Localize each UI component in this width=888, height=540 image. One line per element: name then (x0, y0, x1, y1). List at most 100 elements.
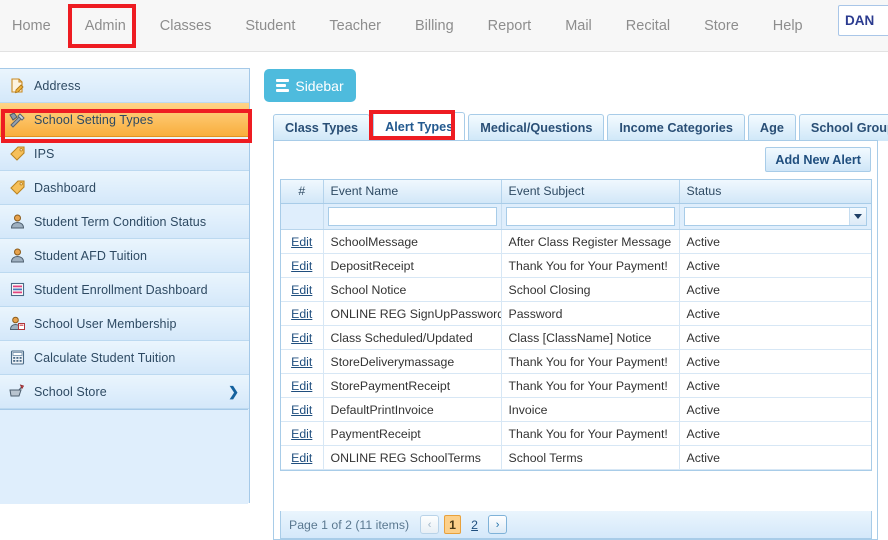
edit-link[interactable]: Edit (291, 355, 312, 369)
table-row[interactable]: Edit PaymentReceipt Thank You for Your P… (281, 421, 871, 446)
sidebar-item-school-user-membership[interactable]: School User Membership (0, 307, 249, 341)
tab-class-types[interactable]: Class Types (273, 114, 371, 141)
tab-medical-questions[interactable]: Medical/Questions (468, 114, 605, 141)
sidebar-item-dashboard[interactable]: Dashboard (0, 171, 249, 205)
user-name-field[interactable]: DAN (838, 5, 888, 36)
cell-status: Active (679, 301, 871, 326)
list-report-icon (0, 273, 34, 307)
edit-link[interactable]: Edit (291, 307, 312, 321)
event-subject-filter-input[interactable] (505, 207, 675, 226)
left-sidebar-panel: Address School Setting Types IPS Dashboa… (0, 68, 250, 504)
sidebar-item-address[interactable]: Address (0, 69, 249, 103)
sidebar-item-calculate-student-tuition[interactable]: Calculate Student Tuition (0, 341, 249, 375)
edit-link[interactable]: Edit (291, 283, 312, 297)
grid-pager: Page 1 of 2 (11 items) ‹ 1 2 › (280, 511, 872, 539)
alert-types-table: # Event Name Event Subject Status Edit S… (281, 180, 871, 470)
sidebar-item-student-enrollment-dashboard[interactable]: Student Enrollment Dashboard (0, 273, 249, 307)
edit-link[interactable]: Edit (291, 427, 312, 441)
sidebar-empty-area (0, 409, 248, 504)
sidebar-toggle-label: Sidebar (295, 77, 344, 94)
sidebar-item-student-term-condition-status[interactable]: Student Term Condition Status (0, 205, 249, 239)
cell-status: Active (679, 277, 871, 302)
filter-cell-number (281, 203, 324, 230)
add-new-alert-button[interactable]: Add New Alert (765, 147, 871, 172)
row-edit-cell: Edit (281, 349, 324, 374)
cell-event-subject: After Class Register Message (501, 229, 680, 254)
table-row[interactable]: Edit StoreDeliverymassage Thank You for … (281, 349, 871, 374)
table-row[interactable]: Edit ONLINE REG SchoolTerms School Terms… (281, 445, 871, 470)
row-edit-cell: Edit (281, 277, 324, 302)
table-row[interactable]: Edit Class Scheduled/Updated Class [Clas… (281, 325, 871, 350)
edit-link[interactable]: Edit (291, 451, 312, 465)
edit-link[interactable]: Edit (291, 235, 312, 249)
nav-item-home[interactable]: Home (0, 0, 68, 52)
tag-icon (0, 171, 34, 205)
table-row[interactable]: Edit DepositReceipt Thank You for Your P… (281, 253, 871, 278)
sidebar-item-school-setting-types[interactable]: School Setting Types (0, 103, 249, 137)
sidebar-item-label: Calculate Student Tuition (34, 350, 176, 365)
nav-item-help[interactable]: Help (756, 0, 820, 52)
sidebar-item-label: Student AFD Tuition (34, 248, 148, 263)
main-content-area: Sidebar Class Types Alert Types Medical/… (250, 52, 888, 540)
table-row[interactable]: Edit SchoolMessage After Class Register … (281, 229, 871, 254)
sidebar-item-label: Student Term Condition Status (34, 214, 207, 229)
pager-next-button[interactable]: › (488, 515, 508, 534)
row-edit-cell: Edit (281, 229, 324, 254)
tab-alert-types[interactable]: Alert Types (373, 112, 466, 141)
pager-prev-button[interactable]: ‹ (420, 515, 440, 534)
sidebar-item-student-afd-tuition[interactable]: Student AFD Tuition (0, 239, 249, 273)
filter-row (281, 203, 871, 230)
cell-status: Active (679, 373, 871, 398)
edit-link[interactable]: Edit (291, 379, 312, 393)
cell-status: Active (679, 421, 871, 446)
user-card-icon (0, 307, 34, 341)
cell-event-subject: Password (501, 301, 680, 326)
table-row[interactable]: Edit DefaultPrintInvoice Invoice Active (281, 397, 871, 422)
sidebar-item-school-store[interactable]: School Store ❯ (0, 375, 249, 409)
cell-event-subject: Thank You for Your Payment! (501, 421, 680, 446)
nav-item-student[interactable]: Student (228, 0, 312, 52)
table-row[interactable]: Edit ONLINE REG SignUpPassword Password … (281, 301, 871, 326)
nav-item-admin[interactable]: Admin (68, 0, 143, 52)
calculator-icon (0, 341, 34, 375)
tab-income-categories[interactable]: Income Categories (607, 114, 745, 141)
sidebar-item-label: IPS (34, 146, 55, 161)
table-row[interactable]: Edit StorePaymentReceipt Thank You for Y… (281, 373, 871, 398)
nav-item-teacher[interactable]: Teacher (312, 0, 398, 52)
edit-link[interactable]: Edit (291, 403, 312, 417)
nav-item-mail[interactable]: Mail (548, 0, 609, 52)
cell-status: Active (679, 325, 871, 350)
nav-item-report[interactable]: Report (471, 0, 549, 52)
table-header-row: # Event Name Event Subject Status (281, 180, 871, 204)
cell-event-subject: School Terms (501, 445, 680, 470)
edit-link[interactable]: Edit (291, 331, 312, 345)
sidebar-item-label: School User Membership (34, 316, 177, 331)
table-row[interactable]: Edit School Notice School Closing Active (281, 277, 871, 302)
cell-event-name: SchoolMessage (323, 229, 502, 254)
cell-event-subject: Invoice (501, 397, 680, 422)
alert-types-panel: Add New Alert # Event Name Event Subject… (273, 140, 878, 540)
cell-event-name: StoreDeliverymassage (323, 349, 502, 374)
sidebar-toggle-button[interactable]: Sidebar (264, 69, 356, 102)
status-filter-dropdown[interactable] (683, 206, 867, 226)
pager-page-2[interactable]: 2 (466, 515, 483, 534)
filter-cell-event-subject (501, 203, 680, 230)
column-header-event-subject[interactable]: Event Subject (501, 180, 680, 204)
nav-item-classes[interactable]: Classes (143, 0, 229, 52)
sidebar-item-label: Student Enrollment Dashboard (34, 282, 208, 297)
column-header-number[interactable]: # (281, 180, 324, 204)
pager-page-1[interactable]: 1 (444, 515, 462, 534)
nav-item-billing[interactable]: Billing (398, 0, 471, 52)
sidebar-item-ips[interactable]: IPS (0, 137, 249, 171)
column-header-event-name[interactable]: Event Name (323, 180, 502, 204)
user-icon (0, 239, 34, 273)
top-nav-items: Home Admin Classes Student Teacher Billi… (0, 0, 820, 52)
nav-item-recital[interactable]: Recital (609, 0, 687, 52)
tab-age[interactable]: Age (747, 114, 796, 141)
tab-school-group[interactable]: School Group (798, 114, 888, 141)
cell-event-subject: Class [ClassName] Notice (501, 325, 680, 350)
column-header-status[interactable]: Status (679, 180, 871, 204)
edit-link[interactable]: Edit (291, 259, 312, 273)
event-name-filter-input[interactable] (327, 207, 497, 226)
nav-item-store[interactable]: Store (687, 0, 756, 52)
